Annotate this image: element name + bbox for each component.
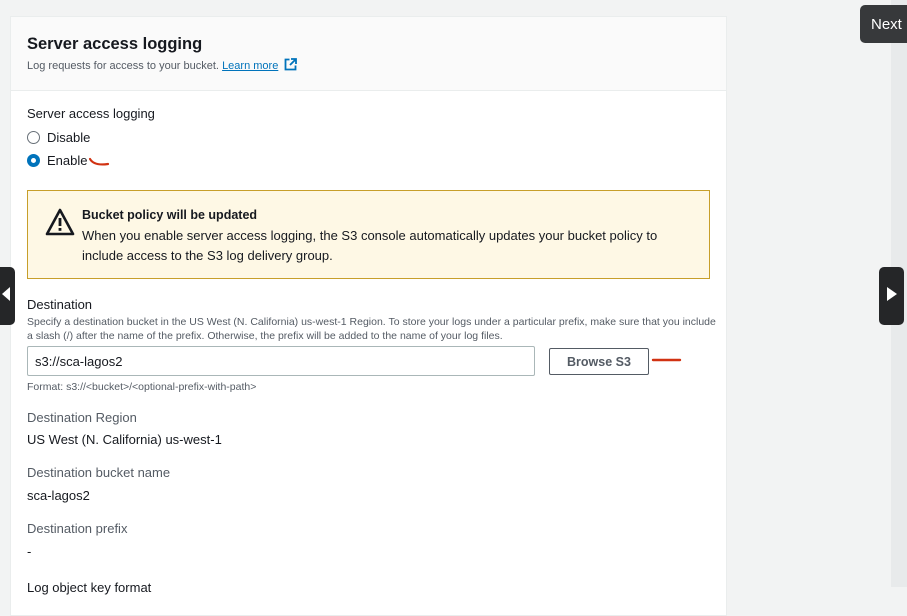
next-button[interactable]: Next	[860, 5, 907, 43]
destination-help: Specify a destination bucket in the US W…	[27, 316, 716, 342]
panel-description-text: Log requests for access to your bucket.	[27, 60, 219, 72]
destination-input[interactable]: s3://sca-lagos2	[27, 346, 535, 376]
alert-body: When you enable server access logging, t…	[82, 228, 658, 263]
destination-prefix-label: Destination prefix	[27, 521, 128, 536]
destination-prefix-value: -	[27, 544, 32, 559]
panel-header: Server access logging Log requests for a…	[11, 17, 726, 91]
destination-region-value: US West (N. California) us-west-1	[27, 432, 222, 447]
external-link-icon[interactable]	[284, 58, 298, 74]
destination-bucket-label: Destination bucket name	[27, 465, 171, 480]
browse-s3-button[interactable]: Browse S3	[549, 348, 649, 375]
previous-arrow-button[interactable]	[0, 267, 15, 325]
caret-right-icon	[886, 286, 897, 306]
log-object-key-format-label: Log object key format	[27, 580, 152, 595]
next-arrow-button[interactable]	[879, 267, 904, 325]
alert-title: Bucket policy will be updated	[82, 208, 258, 222]
radio-disable[interactable]: Disable	[27, 130, 90, 145]
radio-disable-control[interactable]	[27, 131, 40, 144]
radio-enable-label: Enable	[47, 153, 88, 168]
destination-label: Destination	[27, 297, 93, 312]
destination-input-value: s3://sca-lagos2	[35, 353, 123, 369]
panel-description: Log requests for access to your bucket. …	[27, 58, 298, 74]
destination-bucket-value: sca-lagos2	[27, 488, 90, 503]
destination-format-hint: Format: s3://<bucket>/<optional-prefix-w…	[27, 381, 257, 393]
radio-enable-control[interactable]	[27, 154, 40, 167]
learn-more-link[interactable]: Learn more	[222, 60, 278, 72]
warning-icon	[45, 208, 75, 241]
bucket-policy-alert: Bucket policy will be updated When you e…	[27, 190, 710, 279]
radio-enable[interactable]: Enable	[27, 153, 87, 168]
caret-left-icon	[2, 286, 10, 306]
annotation-mark-browse	[651, 358, 682, 362]
panel-title: Server access logging	[27, 35, 203, 53]
destination-region-label: Destination Region	[27, 410, 137, 425]
server-access-logging-panel: Server access logging Log requests for a…	[10, 16, 727, 616]
radio-disable-label: Disable	[47, 130, 91, 145]
logging-field-label: Server access logging	[27, 106, 155, 121]
annotation-mark-enable	[88, 157, 110, 166]
